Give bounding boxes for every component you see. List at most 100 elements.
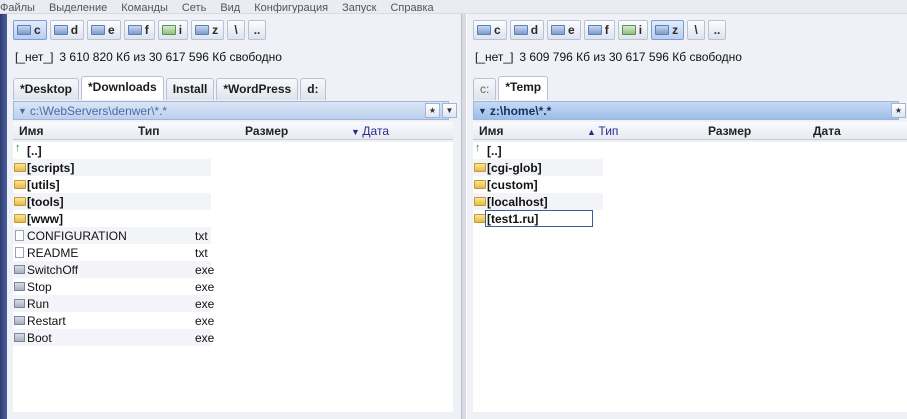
menu-item[interactable]: Файлы [0, 3, 35, 14]
drive-button-i[interactable]: i [617, 20, 649, 40]
file-row[interactable]: [localhost] [473, 193, 603, 210]
drive-button-d[interactable]: d [509, 20, 545, 40]
folder-icon [474, 163, 486, 172]
menu-item[interactable]: Конфигурация [254, 3, 328, 14]
left-panel: c d e f i z \.. [_нет_] 3 610 820 Кб из 30 617 … [7, 14, 461, 419]
up-arrow-icon: ↑ [475, 142, 481, 154]
column-label: Размер [245, 124, 289, 138]
file-name: [utils] [27, 177, 60, 192]
column-date-header[interactable]: Дата [813, 124, 841, 138]
column-name-header[interactable]: Имя [479, 124, 504, 138]
drive-button-z[interactable]: z [651, 20, 685, 40]
history-arrow-icon[interactable]: ▼ [442, 103, 457, 118]
file-row[interactable]: [tools] [13, 193, 211, 210]
left-disk-info: [_нет_] 3 610 820 Кб из 30 617 596 Кб сво… [15, 50, 288, 64]
folder-tab[interactable]: *Downloads [81, 76, 164, 100]
folder-tab[interactable]: c: [473, 78, 497, 100]
file-row[interactable]: [test1.ru] [473, 210, 603, 227]
drive-button-f[interactable]: f [123, 20, 155, 40]
drive-letter: i [178, 23, 183, 37]
folder-tab[interactable]: *Temp [498, 76, 549, 100]
hotlist-star-icon[interactable]: ★ [891, 103, 906, 118]
column-type-header[interactable]: ▲ Тип [587, 124, 618, 138]
file-name: [scripts] [27, 160, 75, 175]
left-path-bar[interactable]: ▼ c:\WebServers\denwer\*.* [13, 101, 449, 120]
drive-button-i[interactable]: i [157, 20, 189, 40]
file-row[interactable]: [www] [13, 210, 211, 227]
menu-item[interactable]: Запуск [342, 3, 376, 14]
parent-dir-button[interactable]: .. [708, 20, 727, 40]
folder-tab[interactable]: d: [300, 78, 326, 100]
right-column-header: Имя ▲ Тип Размер Дата [473, 122, 907, 140]
window-frame-edge [0, 14, 7, 419]
drive-button-f[interactable]: f [583, 20, 615, 40]
file-icon [15, 230, 24, 241]
file-row[interactable]: Restart exe [13, 312, 214, 329]
column-date-header[interactable]: ▼ Дата [351, 124, 389, 138]
file-extension: exe [195, 296, 215, 311]
column-type-header[interactable]: Тип [138, 124, 160, 138]
column-name-header[interactable]: Имя [19, 124, 44, 138]
root-dir-button[interactable]: \ [227, 20, 246, 40]
left-disk-space: 3 610 820 Кб из 30 617 596 Кб свободно [59, 50, 282, 64]
folder-tab[interactable]: *Desktop [13, 78, 80, 100]
history-dropdown-icon[interactable]: ▼ [478, 106, 487, 116]
file-name: [..] [27, 143, 42, 158]
file-row[interactable]: [cgi-glob] [473, 159, 603, 176]
file-row[interactable]: Boot exe [13, 329, 215, 346]
file-row[interactable]: [custom] [473, 176, 603, 193]
root-dir-button[interactable]: \ [687, 20, 706, 40]
drive-icon [513, 25, 528, 35]
drive-button-c[interactable]: c [473, 20, 507, 40]
file-row[interactable]: README txt [13, 244, 211, 261]
drive-letter: d [530, 23, 539, 37]
sort-arrow-icon: ▲ [587, 127, 599, 137]
history-dropdown-icon[interactable]: ▼ [18, 106, 27, 116]
folder-icon [474, 197, 486, 206]
file-extension: txt [195, 228, 208, 243]
drive-button-e[interactable]: e [87, 20, 121, 40]
file-extension: exe [195, 330, 215, 345]
folder-icon [474, 180, 486, 189]
file-extension: exe [195, 262, 215, 277]
column-size-header[interactable]: Размер [708, 124, 751, 138]
drive-button-z[interactable]: z [191, 20, 225, 40]
menu-item[interactable]: Сеть [182, 3, 206, 14]
sort-arrow-icon: ▼ [351, 127, 363, 137]
right-drive-bar: c d e f i z \.. [473, 20, 727, 42]
drive-letter: c [34, 23, 41, 37]
menu-item[interactable]: Выделение [49, 3, 107, 14]
drive-button-d[interactable]: d [49, 20, 85, 40]
drive-icon [17, 25, 31, 35]
file-row[interactable]: Stop exe [13, 278, 215, 295]
menu-item[interactable]: Вид [220, 3, 240, 14]
file-row[interactable]: [utils] [13, 176, 211, 193]
drive-button-c[interactable]: c [13, 20, 47, 40]
left-disk-label[interactable]: [_нет_] [15, 50, 53, 64]
menu-item[interactable]: Справка [390, 3, 433, 14]
file-row[interactable]: SwitchOff exe [13, 261, 215, 278]
file-extension: exe [195, 279, 215, 294]
folder-icon [14, 214, 26, 223]
parent-dir-row[interactable]: ↑ [..] [13, 142, 211, 159]
file-row[interactable]: [scripts] [13, 159, 211, 176]
parent-dir-row[interactable]: ↑ [..] [473, 142, 603, 159]
folder-tab[interactable]: Install [165, 78, 215, 100]
executable-icon [14, 299, 25, 308]
drive-icon [587, 25, 602, 35]
file-row[interactable]: Run exe [13, 295, 215, 312]
file-name: CONFIGURATION [27, 228, 127, 243]
menu-item[interactable]: Команды [121, 3, 168, 14]
drive-letter: f [144, 23, 149, 37]
right-path-bar[interactable]: ▼ z:\home\*.* [473, 101, 899, 120]
folder-tab[interactable]: *WordPress [216, 78, 299, 100]
file-icon [15, 247, 24, 258]
column-size-header[interactable]: Размер [245, 124, 288, 138]
right-disk-label[interactable]: [_нет_] [475, 50, 513, 64]
parent-dir-button[interactable]: .. [248, 20, 267, 40]
file-row[interactable]: CONFIGURATION txt [13, 227, 211, 244]
drive-letter: f [604, 23, 609, 37]
file-name: [cgi-glob] [487, 160, 542, 175]
hotlist-star-icon[interactable]: ★ [425, 103, 440, 118]
drive-button-e[interactable]: e [547, 20, 581, 40]
